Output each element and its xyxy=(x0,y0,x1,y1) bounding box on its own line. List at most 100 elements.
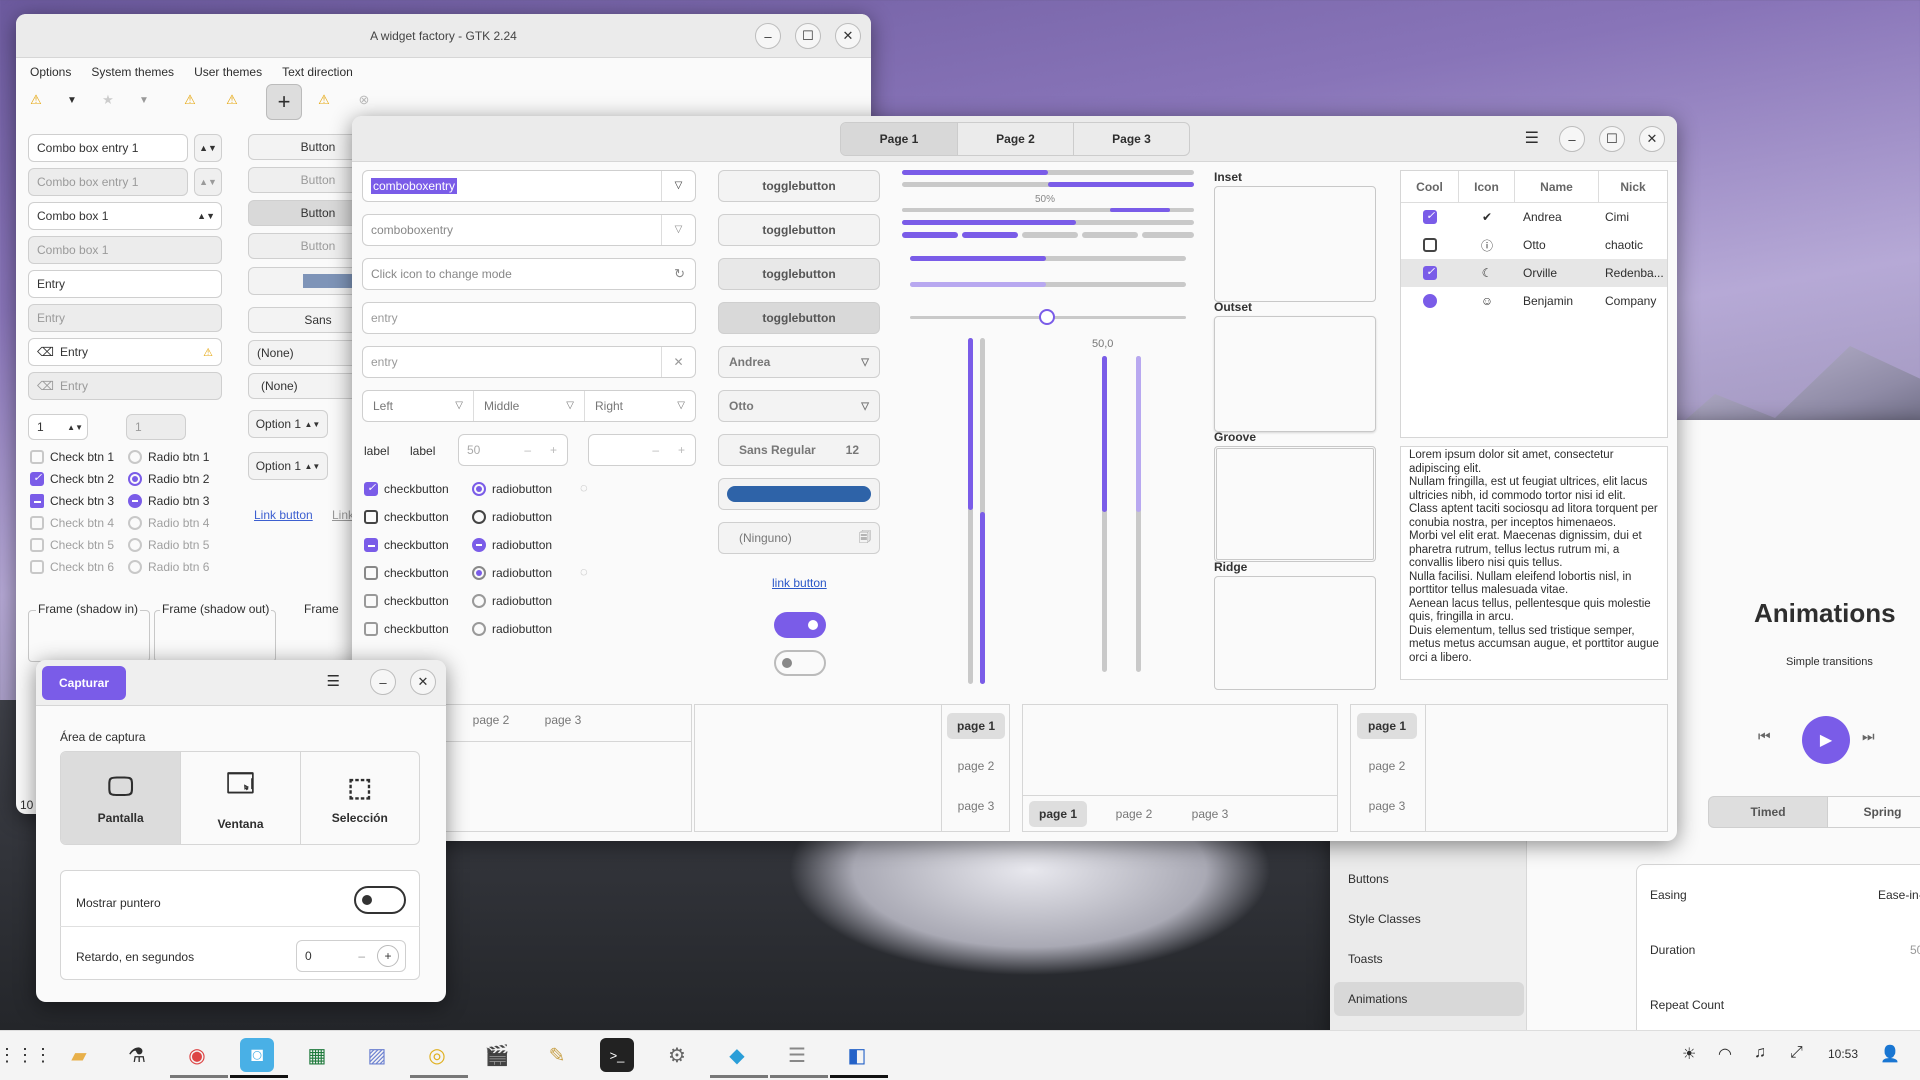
checkbutton-6[interactable]: checkbutton xyxy=(364,622,449,636)
font-button-front[interactable]: Sans Regular 12 xyxy=(718,434,880,466)
radiobutton-1[interactable]: radiobutton xyxy=(472,482,552,496)
tab-timed[interactable]: Timed xyxy=(1708,796,1828,828)
togglebutton-1[interactable]: togglebutton xyxy=(718,170,880,202)
play-button[interactable]: ▶ xyxy=(1802,716,1850,764)
cancel-icon[interactable]: ⊗ xyxy=(352,88,376,112)
nb2-tab-3[interactable]: page 3 xyxy=(947,793,1005,819)
combo-box-entry-1-arrow[interactable]: ▲▼ xyxy=(194,134,222,162)
check-btn-2[interactable]: Check btn 2 xyxy=(30,471,114,486)
warning-icon-4[interactable]: ⚠ xyxy=(312,88,336,112)
titlebar-front[interactable]: Page 1 Page 2 Page 3 ☰ – ☐ ✕ xyxy=(352,116,1677,162)
checkbutton-3[interactable]: checkbutton xyxy=(364,538,449,552)
chrome-icon[interactable]: ◉ xyxy=(180,1038,214,1072)
tab-spring[interactable]: Spring xyxy=(1828,796,1920,828)
app-store-icon[interactable]: ⚗ xyxy=(120,1038,154,1072)
minimize-icon-front[interactable]: – xyxy=(1559,126,1585,152)
dropdown-arrow-icon-2[interactable]: ▼ xyxy=(132,88,156,112)
close-icon-screenshot[interactable]: ✕ xyxy=(410,669,436,695)
mode-window[interactable]: 🗔 Ventana xyxy=(180,752,299,844)
table-row[interactable]: ✔ AndreaCimi xyxy=(1401,203,1667,231)
wifi-icon[interactable]: ◠ xyxy=(1718,1044,1732,1064)
check-btn-1[interactable]: Check btn 1 xyxy=(30,450,114,464)
combo-box-entry[interactable]: comboboxentry ▽ xyxy=(362,170,696,202)
refresh-icon[interactable]: ↻ xyxy=(674,266,685,282)
table-row[interactable]: ☺ Benjamin Company xyxy=(1401,287,1667,315)
app-grid-icon[interactable]: ⋮⋮⋮ xyxy=(0,1038,52,1072)
tab-page-1[interactable]: Page 1 xyxy=(841,123,957,155)
entry-clearable[interactable]: entry ✕ xyxy=(362,346,696,378)
table-row[interactable]: ⓘ Otto chaotic xyxy=(1401,231,1667,259)
settings-icon[interactable]: ⚙ xyxy=(660,1038,694,1072)
radiobutton-4[interactable]: radiobutton xyxy=(472,566,552,580)
mode-screen[interactable]: 🖵 Pantalla xyxy=(61,752,181,844)
col-cool[interactable]: Cool xyxy=(1401,171,1459,202)
backspace-icon[interactable]: ⌫ xyxy=(37,345,54,359)
nb3-tab-3[interactable]: page 3 xyxy=(1181,801,1239,827)
togglebutton-3[interactable]: togglebutton xyxy=(718,258,880,290)
togglebutton-4[interactable]: togglebutton xyxy=(718,302,880,334)
image-viewer-icon[interactable]: ▨ xyxy=(360,1038,394,1072)
checkbutton-4[interactable]: checkbutton xyxy=(364,566,449,580)
notification-icon[interactable]: ⤢ xyxy=(1790,1044,1803,1062)
camera-icon[interactable]: ◙ xyxy=(240,1038,274,1072)
spreadsheet-icon[interactable]: ▦ xyxy=(300,1038,334,1072)
mode-selection[interactable]: ⬚ Selección xyxy=(299,752,419,844)
entry-placeholder[interactable]: entry xyxy=(362,302,696,334)
checkbutton-2[interactable]: checkbutton xyxy=(364,510,449,524)
link-button-2[interactable]: Link xyxy=(332,508,354,522)
tab-page-2[interactable]: Page 2 xyxy=(957,123,1073,155)
combo-left[interactable]: Left ▽ xyxy=(363,391,474,421)
nb1-tab-2[interactable]: page 2 xyxy=(463,707,519,733)
chevron-down-icon-2[interactable]: ▽ xyxy=(661,215,695,245)
combo-box-1[interactable]: Combo box 1 ▲▼ xyxy=(28,202,222,230)
radiobutton-2[interactable]: radiobutton xyxy=(472,510,552,524)
music-note-icon[interactable]: ♫ xyxy=(1754,1044,1766,1062)
tab-page-3[interactable]: Page 3 xyxy=(1073,123,1189,155)
entry-field[interactable]: Entry xyxy=(28,270,222,298)
minus-icon[interactable]: – xyxy=(358,949,365,963)
nb3-tab-2[interactable]: page 2 xyxy=(1105,801,1163,827)
add-icon[interactable]: + xyxy=(266,84,302,120)
clock[interactable]: 10:53 xyxy=(1828,1047,1858,1061)
plus-icon[interactable]: + xyxy=(377,945,399,967)
show-pointer-switch[interactable] xyxy=(354,886,406,914)
user-icon[interactable]: 👤 xyxy=(1880,1044,1900,1064)
nb2-tab-1[interactable]: page 1 xyxy=(947,713,1005,739)
radiobutton-3[interactable]: radiobutton xyxy=(472,538,552,552)
combo-right[interactable]: Right ▽ xyxy=(585,391,695,421)
maximize-icon[interactable]: ☐ xyxy=(795,23,821,49)
switch-off[interactable] xyxy=(774,650,826,676)
skip-forward-icon[interactable]: ⏭ xyxy=(1862,728,1875,745)
combo-box-entry-1[interactable]: Combo box entry 1 xyxy=(28,134,188,162)
nb3-tab-1[interactable]: page 1 xyxy=(1029,801,1087,827)
table-row[interactable]: ☾ OrvilleRedenba... xyxy=(1401,259,1667,287)
radio-btn-2[interactable]: Radio btn 2 xyxy=(128,472,209,486)
nb1-tab-3[interactable]: page 3 xyxy=(535,707,591,733)
menu-options[interactable]: Options xyxy=(30,65,71,79)
col-nick[interactable]: Nick xyxy=(1599,171,1667,202)
titlebar[interactable]: A widget factory - GTK 2.24 – ☐ ✕ xyxy=(16,14,871,58)
radio-btn-3[interactable]: Radio btn 3 xyxy=(128,494,209,508)
nb4-tab-1[interactable]: page 1 xyxy=(1357,713,1417,739)
menu-icon[interactable]: ☰ xyxy=(1525,128,1539,148)
nb4-tab-3[interactable]: page 3 xyxy=(1357,793,1417,819)
combo-otto[interactable]: Otto ▽ xyxy=(718,390,880,422)
sidebar-item-animations[interactable]: Animations xyxy=(1334,982,1524,1016)
radiobutton-5[interactable]: radiobutton xyxy=(472,594,552,608)
sidebar-item-buttons[interactable]: Buttons xyxy=(1348,872,1389,886)
folder-icon[interactable]: ▰ xyxy=(62,1038,96,1072)
link-button[interactable]: Link button xyxy=(254,508,313,522)
combo-andrea[interactable]: Andrea ▽ xyxy=(718,346,880,378)
capture-button[interactable]: Capturar xyxy=(42,665,126,700)
screenshot-header[interactable]: Capturar ☰ – ✕ xyxy=(36,660,446,706)
option-menu-2[interactable]: Option 1 ▲▼ xyxy=(248,452,328,480)
star-icon[interactable]: ★ xyxy=(96,88,120,112)
checkbutton-1[interactable]: checkbutton xyxy=(364,481,449,496)
video-editor-icon[interactable]: 🎬 xyxy=(480,1038,514,1072)
link-button-front[interactable]: link button xyxy=(772,576,827,590)
radio-btn-1[interactable]: Radio btn 1 xyxy=(128,450,209,464)
nb4-tab-2[interactable]: page 2 xyxy=(1357,753,1417,779)
delay-spin[interactable]: 0– + xyxy=(296,940,406,972)
skip-back-icon[interactable]: ⏮ xyxy=(1758,728,1771,745)
close-icon-front[interactable]: ✕ xyxy=(1639,126,1665,152)
